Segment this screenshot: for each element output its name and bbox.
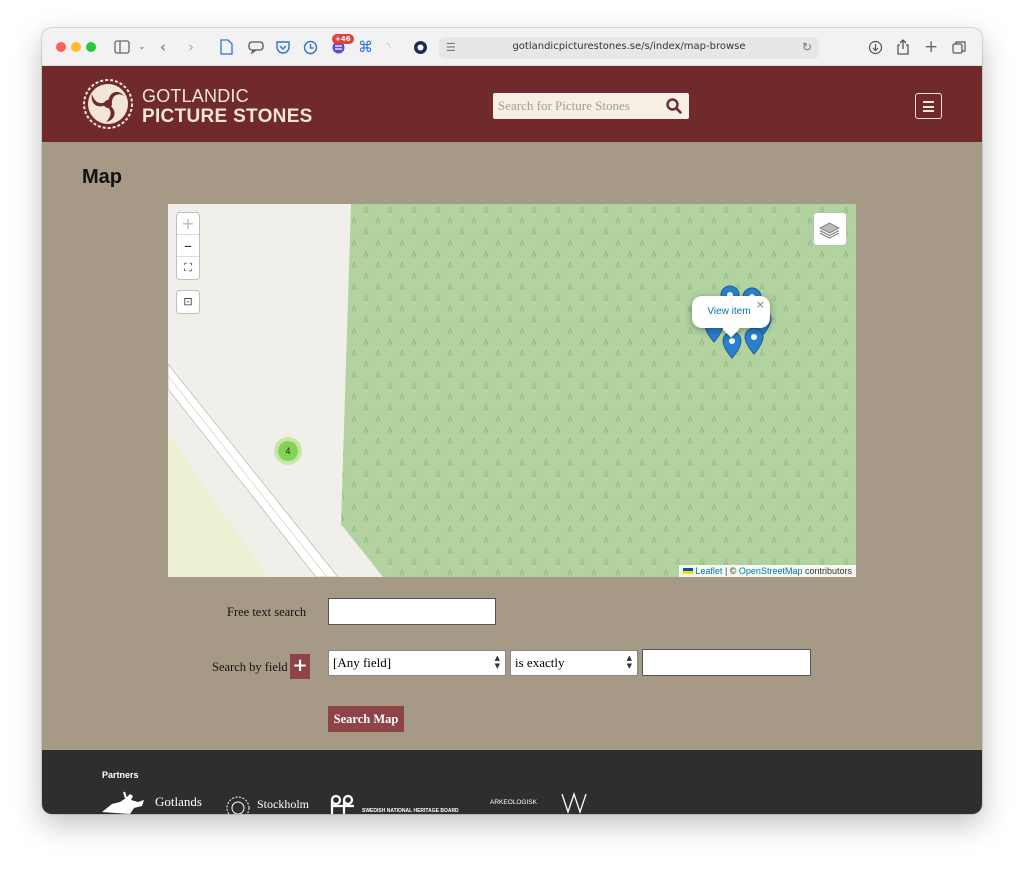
reload-icon[interactable]: ↻ (802, 40, 812, 54)
logo-line1[interactable]: GOTLANDIC (142, 86, 249, 107)
extension-globe-icon[interactable] (413, 37, 428, 57)
minimize-window-button[interactable] (71, 42, 81, 52)
address-bar[interactable]: ☰ gotlandicpicturestones.se/s/index/map-… (439, 37, 819, 59)
page-title: Map (82, 166, 122, 188)
raa-logo-icon[interactable] (328, 792, 358, 814)
site-header: GOTLANDIC PICTURE STONES Search for Pict… (42, 66, 982, 142)
map-marker-icon (744, 327, 764, 355)
fullscreen-button[interactable]: ⛶ (177, 257, 199, 279)
site-footer: Partners Gotlands Stockholm SWEDISH NATI… (42, 750, 982, 814)
download-icon[interactable] (868, 37, 883, 57)
search-by-field-label: Search by field (212, 660, 288, 674)
map-tiles[interactable] (168, 204, 856, 577)
free-text-input[interactable] (328, 598, 496, 625)
attribution-separator: | © (722, 566, 739, 576)
stockholm-seal-icon[interactable] (224, 794, 252, 814)
maximize-window-button[interactable] (86, 42, 96, 52)
marker-popup: View item × (692, 296, 770, 338)
operator-select[interactable]: is exactly ▲ ▼ (510, 650, 638, 676)
tab-overview-icon[interactable] (952, 37, 967, 57)
map-attribution: Leaflet | © OpenStreetMap contributors (679, 565, 856, 577)
command-icon[interactable]: ⌘ (358, 37, 373, 57)
zoom-control: + – ⛶ (176, 212, 200, 280)
select-arrows-icon: ▲ ▼ (626, 654, 632, 670)
search-placeholder: Search for Picture Stones (498, 98, 630, 113)
partners-heading: Partners (102, 770, 139, 780)
sidebar-toggle-icon[interactable] (114, 37, 130, 57)
share-icon[interactable] (896, 37, 910, 57)
partner-gotlands[interactable]: Gotlands (155, 794, 202, 810)
leaflet-link[interactable]: Leaflet (695, 566, 722, 576)
layers-icon (819, 222, 840, 239)
browser-toolbar: ⌄ ‹ › +46 ⌘ ◝ ☰ gotlandicpicturestones.s… (42, 28, 982, 66)
field-value-input[interactable] (642, 649, 811, 676)
menu-bar-icon (923, 105, 934, 108)
cluster-count: 4 (278, 441, 298, 461)
field-select-value: [Any field] (333, 655, 392, 670)
rss-icon[interactable]: ◝ (386, 37, 391, 57)
logo-line2[interactable]: PICTURE STONES (142, 106, 313, 128)
forward-icon[interactable]: › (188, 37, 194, 57)
zoom-in-button[interactable]: + (177, 213, 199, 235)
site-search-input[interactable]: Search for Picture Stones (493, 93, 689, 119)
osm-link[interactable]: OpenStreetMap (739, 566, 803, 576)
new-tab-icon[interactable]: + (924, 37, 938, 57)
free-text-label: Free text search (227, 605, 307, 619)
chevron-down-icon[interactable]: ⌄ (138, 37, 146, 57)
search-icon[interactable] (665, 97, 683, 115)
close-window-button[interactable] (56, 42, 66, 52)
menu-bar-icon (923, 110, 934, 112)
ukraine-flag-icon (683, 568, 694, 574)
page-icon[interactable] (220, 37, 233, 57)
menu-bar-icon (923, 101, 934, 103)
pocket-icon[interactable] (275, 37, 291, 57)
triskele-logo-icon[interactable] (82, 78, 134, 130)
url-text: gotlandicpicturestones.se/s/index/map-br… (512, 41, 746, 52)
back-icon[interactable]: ‹ (160, 37, 166, 57)
select-arrows-icon: ▲ ▼ (494, 654, 500, 670)
chat-extension-icon[interactable] (248, 37, 264, 57)
map-view[interactable]: + – ⛶ ⊡ 4 View item × Leaflet | © OpenSt… (168, 204, 856, 577)
add-field-button[interactable]: + (290, 654, 310, 679)
operator-select-value: is exactly (515, 655, 565, 670)
va-logo-icon[interactable] (560, 792, 588, 814)
marker-cluster[interactable]: 4 (274, 437, 302, 465)
attribution-tail: contributors (802, 566, 852, 576)
popup-close-icon[interactable]: × (756, 298, 765, 311)
hamburger-menu-button[interactable] (915, 93, 942, 119)
horse-rider-logo-icon[interactable] (100, 790, 146, 814)
partner-arkeologisk[interactable]: ARKEOLOGISK (490, 799, 537, 806)
search-map-button[interactable]: Search Map (328, 706, 404, 732)
layers-button[interactable] (813, 212, 847, 246)
browser-window: ⌄ ‹ › +46 ⌘ ◝ ☰ gotlandicpicturestones.s… (42, 28, 982, 814)
partner-heritage-board[interactable]: SWEDISH NATIONAL HERITAGE BOARD (362, 808, 459, 814)
zoom-out-button[interactable]: – (177, 235, 199, 257)
timer-extension-icon[interactable] (303, 37, 318, 57)
field-select[interactable]: [Any field] ▲ ▼ (328, 650, 506, 676)
fit-bounds-button[interactable]: ⊡ (176, 290, 200, 314)
extension-badge: +46 (332, 34, 354, 44)
partner-stockholm[interactable]: Stockholm (257, 797, 309, 812)
